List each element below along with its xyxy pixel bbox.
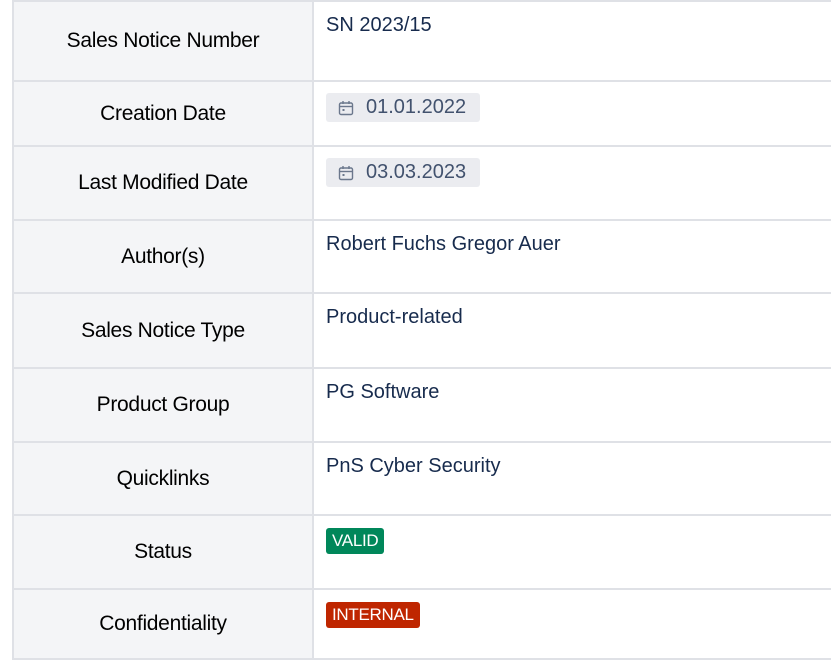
- sales-notice-number-value: SN 2023/15: [312, 0, 831, 82]
- table-row: Last Modified Date 03.03.2023: [12, 145, 831, 221]
- table-row: Status VALID: [12, 514, 831, 590]
- row-label-quicklinks: Quicklinks: [12, 441, 314, 516]
- table-row: Author(s) Robert Fuchs Gregor Auer: [12, 219, 831, 294]
- table-row: Sales Notice Number SN 2023/15: [12, 0, 831, 82]
- confidentiality-badge: INTERNAL: [326, 602, 420, 628]
- table-row: Quicklinks PnS Cyber Security: [12, 441, 831, 516]
- creation-date-text: 01.01.2022: [366, 96, 467, 118]
- calendar-icon: [338, 100, 354, 115]
- last-modified-date-text: 03.03.2023: [366, 161, 467, 183]
- confidentiality-value: INTERNAL: [312, 588, 831, 660]
- row-label-product-group: Product Group: [12, 367, 314, 443]
- table-row: Sales Notice Type Product-related: [12, 292, 831, 369]
- table-row: Confidentiality INTERNAL: [12, 588, 831, 660]
- product-group-value: PG Software: [312, 367, 831, 443]
- calendar-icon: [338, 165, 354, 180]
- authors-text: Robert Fuchs Gregor Auer: [326, 233, 561, 255]
- row-label-authors: Author(s): [12, 219, 314, 294]
- row-label-last-modified-date: Last Modified Date: [12, 145, 314, 221]
- row-label-sales-notice-type: Sales Notice Type: [12, 292, 314, 369]
- last-modified-date-value: 03.03.2023: [312, 145, 831, 221]
- product-group-text: PG Software: [326, 381, 440, 403]
- row-label-sales-notice-number: Sales Notice Number: [12, 0, 314, 82]
- quicklinks-value: PnS Cyber Security: [312, 441, 831, 516]
- table-row: Product Group PG Software: [12, 367, 831, 443]
- status-value: VALID: [312, 514, 831, 590]
- row-label-status: Status: [12, 514, 314, 590]
- sales-notice-type-text: Product-related: [326, 306, 463, 328]
- row-label-confidentiality: Confidentiality: [12, 588, 314, 660]
- quicklinks-text[interactable]: PnS Cyber Security: [326, 455, 501, 477]
- status-badge: VALID: [326, 528, 385, 554]
- row-label-creation-date: Creation Date: [12, 80, 314, 147]
- sales-notice-number-text: SN 2023/15: [326, 14, 432, 36]
- page-properties-panel: Sales Notice Number SN 2023/15 Creation …: [12, 0, 831, 666]
- properties-table: Sales Notice Number SN 2023/15 Creation …: [12, 0, 831, 660]
- authors-value: Robert Fuchs Gregor Auer: [312, 219, 831, 294]
- table-row: Creation Date 01.01.2022: [12, 80, 831, 147]
- last-modified-date-chip[interactable]: 03.03.2023: [326, 158, 481, 187]
- sales-notice-type-value: Product-related: [312, 292, 831, 369]
- creation-date-value: 01.01.2022: [312, 80, 831, 147]
- creation-date-chip[interactable]: 01.01.2022: [326, 93, 481, 122]
